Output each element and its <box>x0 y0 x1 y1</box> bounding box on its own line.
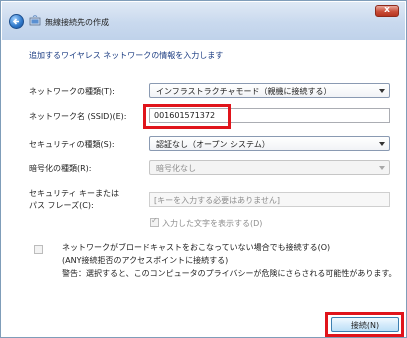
security-type-select[interactable]: 認証なし（オープン システム） <box>149 136 390 151</box>
security-key-label-line2: パス フレーズ(C): <box>29 201 94 210</box>
network-type-select[interactable]: インフラストラクチャモード（親機に接続する） <box>149 83 390 98</box>
broadcast-label: ネットワークがブロードキャストをおこなっていない場合でも接続する(O) <box>62 243 331 252</box>
encryption-type-select[interactable]: 暗号化なし <box>149 160 390 175</box>
broadcast-checkbox[interactable] <box>34 245 43 254</box>
show-chars-checkbox[interactable]: ✓ <box>150 216 159 227</box>
ssid-highlight-box <box>143 104 231 129</box>
security-type-label: セキュリティの種類(S): <box>29 140 115 149</box>
security-type-value: 認証なし（オープン システム） <box>156 140 270 149</box>
broadcast-sub-label: (ANY接続拒否のアクセスポイントに接続する) <box>62 256 229 265</box>
dropdown-arrow-icon <box>379 89 385 93</box>
title-bar: 無線接続先の作成 x <box>2 2 405 40</box>
wireless-network-icon <box>29 15 41 27</box>
network-name-label: ネットワーク名 (SSID)(E): <box>29 112 127 121</box>
network-type-value: インフラストラクチャモード（親機に接続する） <box>156 87 332 96</box>
security-key-label-line1: セキュリティ キーまたは <box>29 189 120 198</box>
privacy-warning: 警告：選択すると、このコンピュータのプライバシーが危険にさらされる可能性がありま… <box>62 269 397 278</box>
security-key-placeholder: [キーを入力する必要はありません] <box>154 196 281 205</box>
dialog-window: 無線接続先の作成 x 追加するワイヤレス ネットワークの情報を入力します ネット… <box>0 0 407 338</box>
checkmark-icon: ✓ <box>151 216 158 225</box>
close-button[interactable]: x <box>375 5 399 17</box>
window-title: 無線接続先の作成 <box>45 18 109 27</box>
network-type-label: ネットワークの種類(T): <box>29 87 115 96</box>
dropdown-arrow-icon <box>379 166 385 170</box>
encryption-type-value: 暗号化なし <box>156 164 196 173</box>
dropdown-arrow-icon <box>379 142 385 146</box>
show-chars-label: 入力した文字を表示する(D) <box>162 219 263 228</box>
close-icon: x <box>384 5 390 15</box>
encryption-type-label: 暗号化の種類(R): <box>29 164 92 173</box>
page-heading: 追加するワイヤレス ネットワークの情報を入力します <box>29 51 224 60</box>
security-key-input[interactable]: [キーを入力する必要はありません] <box>149 192 390 207</box>
connect-highlight-box <box>325 312 404 337</box>
back-arrow-icon[interactable] <box>9 14 24 29</box>
